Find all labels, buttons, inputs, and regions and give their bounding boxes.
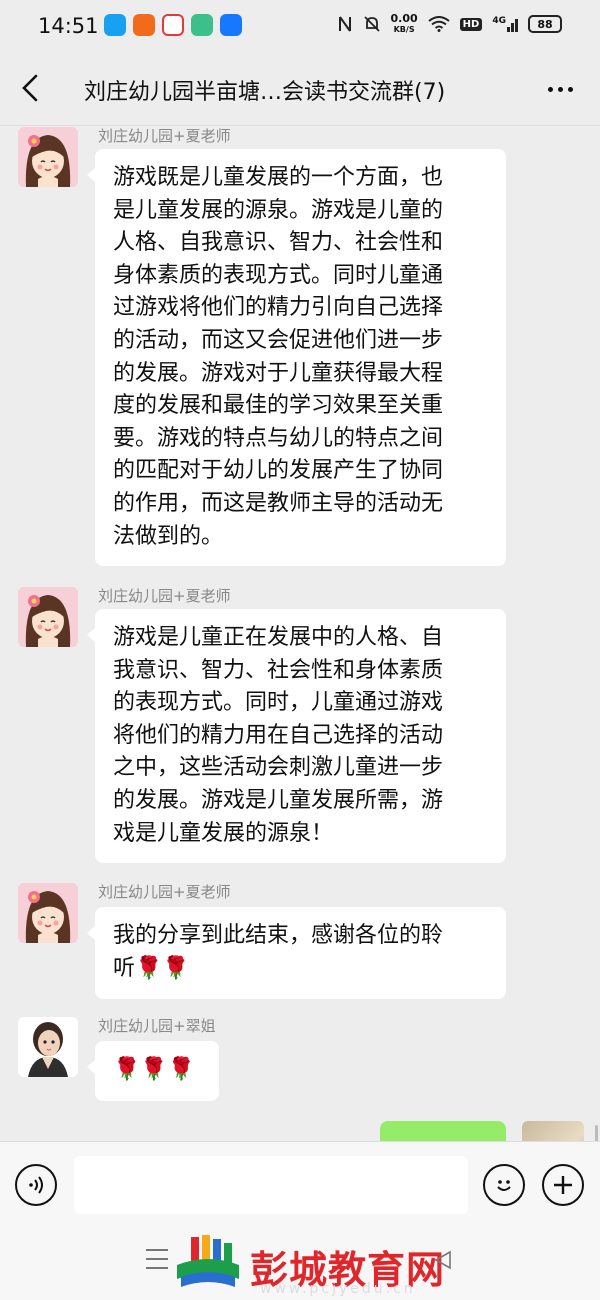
message-line: 法做到的。 [113,523,224,549]
message-line: 🌹🌹🌹 [113,1057,196,1082]
input-bar [0,1141,600,1227]
message-line: 过游戏将他们的精力引向自己选择 [113,295,444,321]
message-line: 人格、自我意识、智力、社会性和 [113,230,444,256]
message-bubble[interactable]: 我的分享到此结束，感谢各位的聆 听🌹🌹 [87,907,506,999]
net-speed: 0.00 KB/S [391,13,418,35]
message-bubble[interactable]: 🌹🌹🌹 [87,1041,219,1101]
taobao-icon [133,14,155,36]
sender-name: 刘庄幼儿园+夏老师 [98,127,231,145]
book-logo-icon [177,1235,239,1287]
avatar[interactable] [18,1017,78,1077]
avatar[interactable] [18,587,78,647]
chat-messages[interactable]: 刘庄幼儿园+夏老师 游戏既是儿童发展的一个方面，也 是儿童发展的源泉。游戏是儿童… [0,127,600,1141]
message-line: 听🌹🌹 [113,955,190,981]
message-line: 是儿童发展的源泉。游戏是儿童的 [113,197,444,223]
app-green-icon [191,14,213,36]
message-line: 要。游戏的特点与幼儿的特点之间 [113,425,444,451]
message-line: 的作用，而这是教师主导的活动无 [113,490,444,516]
cartoon-girl-avatar-icon [18,883,78,943]
message-line: 之中，这些活动会刺激儿童进一步 [113,755,444,781]
signal-icon: 4G [492,16,518,32]
message-line: 游戏既是儿童发展的一个方面，也 [113,165,444,190]
message-line: 游戏是儿童正在发展中的人格、自 [113,625,444,650]
navigation-bar: 彭城教育网 www.pcjyedu.cn [0,1227,600,1300]
qq-icon [104,14,126,36]
net-speed-unit: KB/S [393,25,415,34]
nfc-icon [338,16,351,32]
status-indicators: 0.00 KB/S HD 4G 88 [337,13,562,35]
status-time: 14:51 [38,14,99,38]
message-line: 我意识、智力、社会性和身体素质 [113,657,444,683]
status-app-icons [104,14,242,36]
outgoing-message-bubble[interactable] [380,1121,506,1141]
message-line: 身体素质的表现方式。同时儿童通 [113,262,444,288]
child-photo-avatar-icon [18,1017,78,1077]
sender-avatar[interactable] [522,1121,584,1141]
cartoon-girl-avatar-icon [18,127,78,187]
chat-header: 刘庄幼儿园半亩塘…会读书交流群(7) [0,52,600,126]
nav-menu-button[interactable] [146,1249,168,1269]
sender-name: 刘庄幼儿园+夏老师 [98,587,231,605]
message-bubble[interactable]: 游戏既是儿童发展的一个方面，也 是儿童发展的源泉。游戏是儿童的 人格、自我意识、… [87,149,506,566]
more-dot [567,86,573,92]
message-line: 的发展。游戏是儿童发展所需，游 [113,787,444,813]
wifi-icon [428,16,450,32]
message-line: 度的发展和最佳的学习效果至关重 [113,393,444,419]
plus-icon [554,1176,572,1194]
message-input[interactable] [74,1156,468,1214]
message-bubble[interactable]: 游戏是儿童正在发展中的人格、自 我意识、智力、社会性和身体素质 的表现方式。同时… [87,609,506,863]
message-line: 我的分享到此结束，感谢各位的聆 [113,923,444,948]
message-line: 的表现方式。同时，儿童通过游戏 [113,690,444,716]
signal-label: 4G [492,16,506,26]
chevron-left-icon [22,74,38,102]
message-line: 的发展。游戏对于儿童获得最大程 [113,360,444,386]
more-button[interactable] [542,74,578,104]
hd-badge: HD [459,17,483,31]
avatar[interactable] [18,883,78,943]
scrollbar[interactable] [595,1125,598,1141]
more-dot [547,86,553,92]
sender-name: 刘庄幼儿园+翠姐 [98,1017,216,1035]
message-line: 戏是儿童发展的源泉！ [113,820,334,846]
battery-icon: 88 [528,15,562,33]
status-bar: 14:51 0.00 KB/S HD 4G 88 [0,0,600,52]
maps-icon [162,14,184,36]
mute-bell-icon [363,16,380,32]
back-button[interactable] [14,70,50,106]
more-dot [557,86,563,92]
smiley-icon [497,1180,511,1191]
avatar[interactable] [18,127,78,187]
voice-button[interactable] [15,1164,57,1206]
net-speed-value: 0.00 [390,12,418,25]
watermark-url: www.pcjyedu.cn [260,1281,416,1297]
message-line: 将他们的精力用在自己选择的活动 [113,722,444,748]
voice-icon [29,1176,43,1194]
emoji-button[interactable] [483,1164,525,1206]
message-line: 的匹配对于幼儿的发展产生了协同 [113,458,444,484]
sender-name: 刘庄幼儿园+夏老师 [98,883,231,901]
more-functions-button[interactable] [542,1164,584,1206]
cartoon-girl-avatar-icon [18,587,78,647]
nav-back-icon[interactable] [432,1249,454,1271]
alipay-icon [220,14,242,36]
page-title: 刘庄幼儿园半亩塘…会读书交流群(7) [84,80,446,105]
message-line: 的活动，而这又会促进他们进一步 [113,327,444,353]
